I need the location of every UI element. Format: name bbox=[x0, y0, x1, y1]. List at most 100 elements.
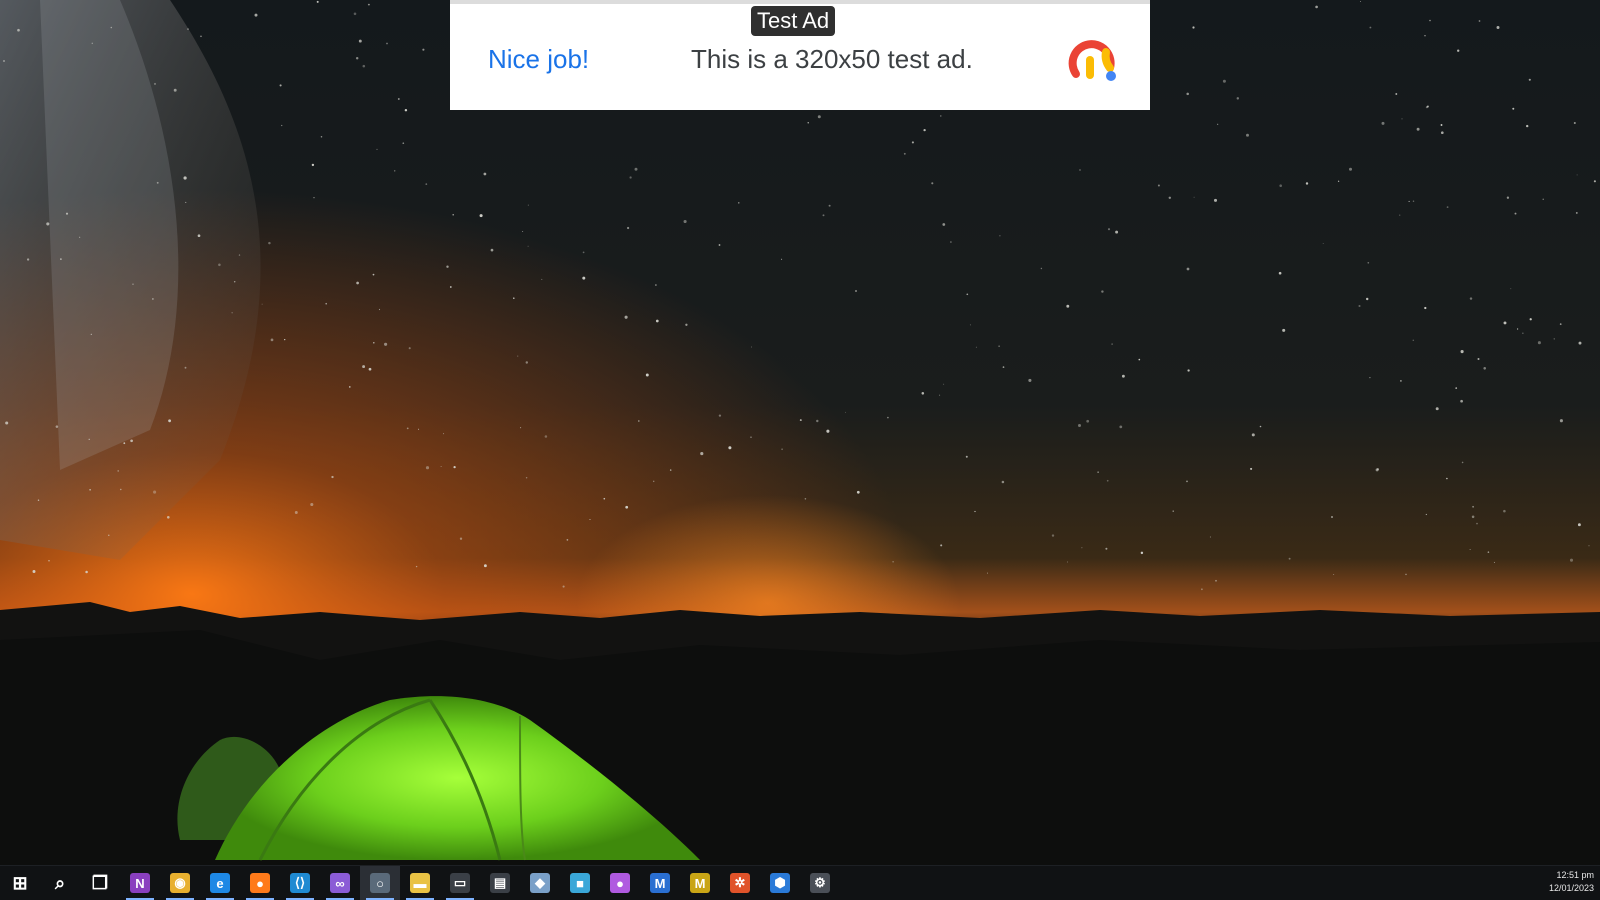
star bbox=[110, 26, 113, 29]
star bbox=[123, 442, 126, 445]
taskbar-app-m-yellow-button[interactable]: M bbox=[680, 866, 720, 900]
chrome-icon: ◉ bbox=[170, 873, 190, 893]
star bbox=[130, 439, 133, 443]
star bbox=[1111, 343, 1113, 345]
star bbox=[1493, 561, 1495, 563]
star bbox=[1522, 332, 1524, 334]
star bbox=[440, 466, 442, 467]
taskbar-app-duo-button[interactable]: ● bbox=[600, 866, 640, 900]
taskbar-search-button[interactable]: ⌕ bbox=[40, 866, 80, 900]
star bbox=[969, 324, 971, 326]
taskbar-edge-button[interactable]: e bbox=[200, 866, 240, 900]
taskbar-app-orange-button[interactable]: ✲ bbox=[720, 866, 760, 900]
star bbox=[1222, 79, 1226, 83]
taskbar-firefox-button[interactable]: ● bbox=[240, 866, 280, 900]
taskbar-command-prompt-button[interactable]: ▤ bbox=[480, 866, 520, 900]
star bbox=[1424, 35, 1426, 37]
star bbox=[589, 518, 591, 521]
taskbar-app-cube-button[interactable]: ■ bbox=[560, 866, 600, 900]
taskbar-visual-studio-button[interactable]: ∞ bbox=[320, 866, 360, 900]
star bbox=[1217, 123, 1219, 125]
star bbox=[998, 345, 1000, 347]
star bbox=[655, 319, 659, 323]
google-admob-icon[interactable] bbox=[1066, 30, 1122, 86]
star bbox=[544, 435, 548, 438]
star bbox=[817, 115, 821, 119]
star bbox=[541, 278, 543, 280]
star bbox=[987, 572, 989, 574]
star bbox=[386, 42, 388, 45]
star bbox=[1359, 0, 1362, 3]
star bbox=[1559, 323, 1562, 325]
star bbox=[1455, 387, 1458, 389]
star bbox=[566, 539, 569, 541]
app-m-blue-icon: M bbox=[650, 873, 670, 893]
star bbox=[449, 286, 452, 288]
taskbar-terminal-button[interactable]: ▭ bbox=[440, 866, 480, 900]
taskbar-file-explorer-button[interactable]: ▬ bbox=[400, 866, 440, 900]
star bbox=[828, 204, 831, 207]
star bbox=[3, 60, 5, 62]
star bbox=[1213, 198, 1218, 202]
taskbar-chrome-button[interactable]: ◉ bbox=[160, 866, 200, 900]
star bbox=[1426, 105, 1429, 108]
taskbar-app-shield-button[interactable]: ⬢ bbox=[760, 866, 800, 900]
tray-clock[interactable]: 12:51 pm 12/01/2023 bbox=[1549, 869, 1594, 895]
star bbox=[1187, 369, 1190, 372]
star bbox=[856, 490, 860, 494]
star bbox=[362, 64, 366, 68]
star bbox=[1496, 26, 1500, 29]
star bbox=[1478, 20, 1481, 22]
star bbox=[1078, 424, 1081, 427]
star bbox=[718, 244, 721, 246]
star bbox=[5, 421, 9, 425]
taskbar-onenote-button[interactable]: N bbox=[120, 866, 160, 900]
star bbox=[1446, 477, 1448, 480]
taskbar-app-m-blue-button[interactable]: M bbox=[640, 866, 680, 900]
star bbox=[1440, 131, 1444, 135]
star bbox=[517, 355, 519, 357]
star bbox=[1435, 407, 1439, 411]
star bbox=[1457, 49, 1460, 52]
star bbox=[1305, 182, 1309, 185]
star bbox=[939, 394, 941, 396]
star bbox=[582, 276, 586, 280]
star bbox=[1487, 551, 1490, 553]
star bbox=[26, 258, 30, 261]
star bbox=[418, 428, 420, 430]
star bbox=[17, 28, 20, 32]
star bbox=[1028, 378, 1032, 382]
star bbox=[751, 346, 753, 348]
star bbox=[1157, 184, 1160, 187]
star bbox=[1192, 26, 1195, 29]
star bbox=[1278, 271, 1282, 275]
star bbox=[238, 254, 241, 256]
star bbox=[316, 0, 319, 3]
star bbox=[1542, 198, 1544, 200]
star bbox=[845, 411, 846, 413]
star bbox=[1514, 212, 1517, 215]
star bbox=[1424, 306, 1427, 310]
star bbox=[942, 223, 946, 226]
file-explorer-icon: ▬ bbox=[410, 873, 430, 893]
star bbox=[1512, 107, 1515, 110]
star bbox=[1369, 26, 1372, 29]
star bbox=[799, 419, 802, 422]
test-ad-banner[interactable]: Test Ad Nice job! This is a 320x50 test … bbox=[450, 0, 1150, 110]
star bbox=[1067, 561, 1068, 563]
taskbar-settings-button[interactable]: ⚙ bbox=[800, 866, 840, 900]
taskbar-vscode-button[interactable]: ⟨⟩ bbox=[280, 866, 320, 900]
star bbox=[1086, 419, 1090, 423]
star bbox=[525, 361, 529, 364]
star bbox=[652, 480, 655, 483]
windows-start-icon: ⊞ bbox=[12, 872, 28, 893]
taskbar-start-button[interactable]: ⊞ bbox=[0, 866, 40, 900]
star bbox=[479, 214, 483, 218]
ad-headline-link[interactable]: Nice job! bbox=[488, 42, 589, 76]
taskbar-app-dolphin-button[interactable]: ◆ bbox=[520, 866, 560, 900]
taskbar-task-view-button[interactable]: ❐ bbox=[80, 866, 120, 900]
star bbox=[406, 427, 409, 430]
star bbox=[367, 3, 370, 6]
taskbar-app-circle-button[interactable]: ○ bbox=[360, 866, 400, 900]
star bbox=[940, 115, 942, 117]
